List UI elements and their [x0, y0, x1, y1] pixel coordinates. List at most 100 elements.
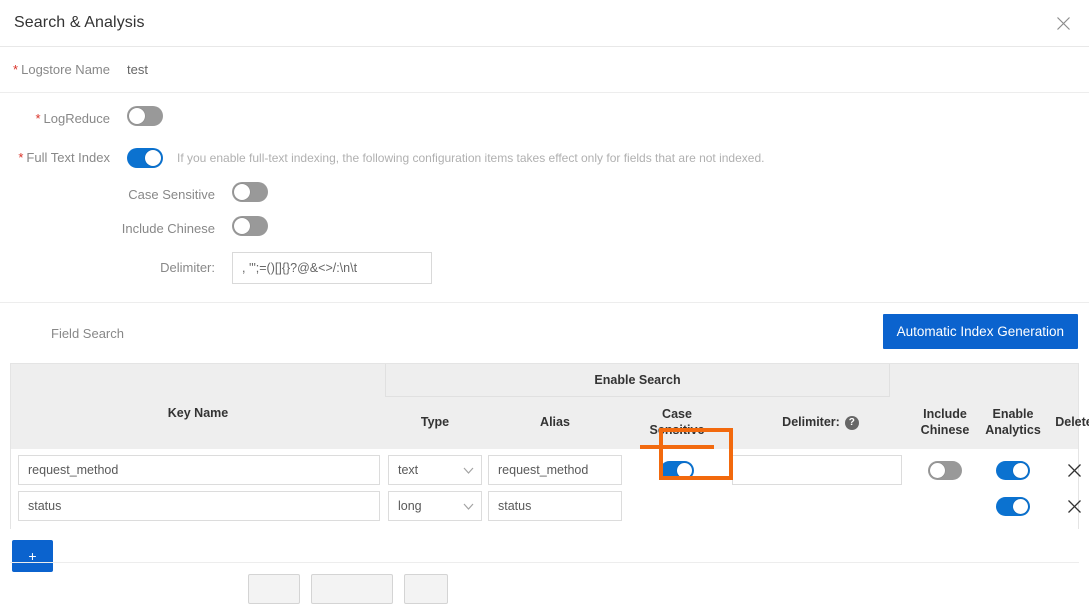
full-text-index-hint: If you enable full-text indexing, the fo… [177, 150, 765, 165]
index-config-form: * Logstore Name test * LogReduce * Full Tex… [0, 47, 1089, 290]
footer-buttons [248, 574, 448, 604]
header-type: Type [420, 415, 450, 430]
delete-row-icon[interactable] [1064, 496, 1084, 516]
automatic-index-generation-button[interactable]: Automatic Index Generation [882, 314, 1078, 349]
cell-key-name [11, 452, 385, 488]
key-name-input[interactable] [18, 491, 380, 521]
toggle-knob [1013, 462, 1028, 478]
cell-type [385, 488, 485, 524]
alias-input[interactable] [488, 491, 622, 521]
add-field-button[interactable]: + [12, 540, 53, 572]
toggle-knob [677, 462, 692, 478]
type-select-value[interactable] [388, 491, 482, 521]
type-select-value[interactable] [388, 455, 482, 485]
footer-button-3[interactable] [404, 574, 448, 604]
header-enable-analytics-line2: Analytics [985, 423, 1041, 437]
cell-case-sensitive [625, 488, 729, 524]
header-enable-search-group: Enable Search [385, 364, 890, 397]
footer-button-2[interactable] [311, 574, 393, 604]
logreduce-toggle-wrap [120, 105, 163, 131]
row-case-sensitive-toggle[interactable] [660, 460, 694, 480]
cell-enable-analytics [978, 488, 1048, 524]
question-mark-icon[interactable]: ? [844, 416, 859, 430]
full-text-index-label: * Full Text Index [18, 150, 110, 165]
field-search-label: Field Search [51, 325, 124, 341]
close-icon[interactable] [1049, 9, 1077, 37]
header-spacer-key [11, 364, 385, 397]
cell-type [385, 452, 485, 488]
add-field-row: + [0, 529, 1089, 572]
cell-key-name [11, 488, 385, 524]
footer-divider [10, 562, 1079, 563]
full-text-index-toggle[interactable] [127, 147, 163, 168]
toggle-knob [1013, 498, 1028, 514]
table-body [11, 449, 1081, 529]
table-header: Enable Search Key Name Type Alias Case S… [11, 364, 1089, 449]
row-enable-analytics-toggle[interactable] [996, 460, 1030, 480]
cell-case-sensitive [625, 452, 729, 488]
table-row [11, 452, 1081, 488]
form-row-logstore-name: * Logstore Name test [0, 47, 1089, 93]
header-delimiter-text: Delimiter: [782, 415, 840, 430]
header-case-sensitive: Case Sensitive [625, 397, 729, 449]
case-sensitive-label: Case Sensitive [128, 186, 215, 202]
header-case-sensitive-line2: Sensitive [649, 423, 705, 437]
toggle-knob [930, 462, 945, 478]
type-select[interactable] [388, 455, 482, 485]
header-alias: Alias [540, 415, 570, 430]
cell-include-chinese [912, 452, 978, 488]
required-asterisk: * [18, 150, 24, 165]
field-index-table: Enable Search Key Name Type Alias Case S… [10, 363, 1089, 529]
header-include-chinese-line1: Include [923, 407, 967, 422]
delimiter-input[interactable] [232, 251, 432, 284]
form-row-include-chinese: Include Chinese [0, 211, 1089, 245]
cell-delete [1048, 488, 1089, 524]
cell-alias [485, 488, 625, 524]
required-asterisk: * [13, 62, 19, 77]
header-key-name-text: Key Name [167, 406, 229, 421]
header-delimiter: Delimiter: ? [729, 397, 912, 449]
toggle-knob [145, 149, 161, 166]
header-include-chinese-line2: Chinese [920, 423, 970, 437]
logreduce-label: * LogReduce [35, 110, 110, 126]
logstore-name-value: test [127, 62, 148, 77]
toggle-knob [234, 217, 250, 234]
dialog-header: Search & Analysis [0, 0, 1089, 47]
cell-delimiter [729, 488, 912, 524]
field-search-bar: Field Search Automatic Index Generation [0, 302, 1089, 363]
case-sensitive-toggle-wrap [225, 181, 268, 207]
key-name-input[interactable] [18, 455, 380, 485]
alias-input[interactable] [488, 455, 622, 485]
header-enable-analytics: Enable Analytics [978, 397, 1048, 449]
include-chinese-toggle-wrap [225, 215, 268, 241]
type-select[interactable] [388, 491, 482, 521]
logreduce-toggle[interactable] [127, 105, 163, 126]
include-chinese-toggle[interactable] [232, 215, 268, 236]
cell-delete [1048, 452, 1089, 488]
table-header-row: Key Name Type Alias Case Sensitive Delim… [11, 397, 1089, 449]
header-delete: Delete [1055, 415, 1089, 430]
cell-alias [485, 452, 625, 488]
header-case-sensitive-line1: Case [662, 407, 692, 422]
header-spacer-tail [890, 364, 1078, 397]
logstore-name-label: * Logstore Name [13, 62, 110, 77]
form-row-delimiter: Delimiter: [0, 245, 1089, 290]
case-sensitive-toggle[interactable] [232, 181, 268, 202]
page-title: Search & Analysis [14, 14, 145, 31]
form-row-case-sensitive: Case Sensitive [0, 177, 1089, 211]
delete-row-icon[interactable] [1064, 460, 1084, 480]
case-sensitive-highlight-underline [640, 445, 714, 449]
footer-button-1[interactable] [248, 574, 300, 604]
row-enable-analytics-toggle[interactable] [996, 496, 1030, 516]
row-include-chinese-toggle[interactable] [928, 460, 962, 480]
form-row-full-text-index: * Full Text Index If you enable full-text… [0, 140, 1089, 175]
toggle-knob [129, 107, 145, 124]
header-include-chinese: Include Chinese [912, 397, 978, 449]
form-row-logreduce: * LogReduce [0, 96, 1089, 140]
cell-enable-analytics [978, 452, 1048, 488]
include-chinese-label: Include Chinese [121, 220, 215, 236]
header-enable-analytics-line1: Enable [992, 407, 1034, 422]
row-delimiter-input[interactable] [732, 455, 902, 485]
header-key-name: Key Name [11, 397, 385, 449]
required-asterisk: * [35, 110, 41, 126]
